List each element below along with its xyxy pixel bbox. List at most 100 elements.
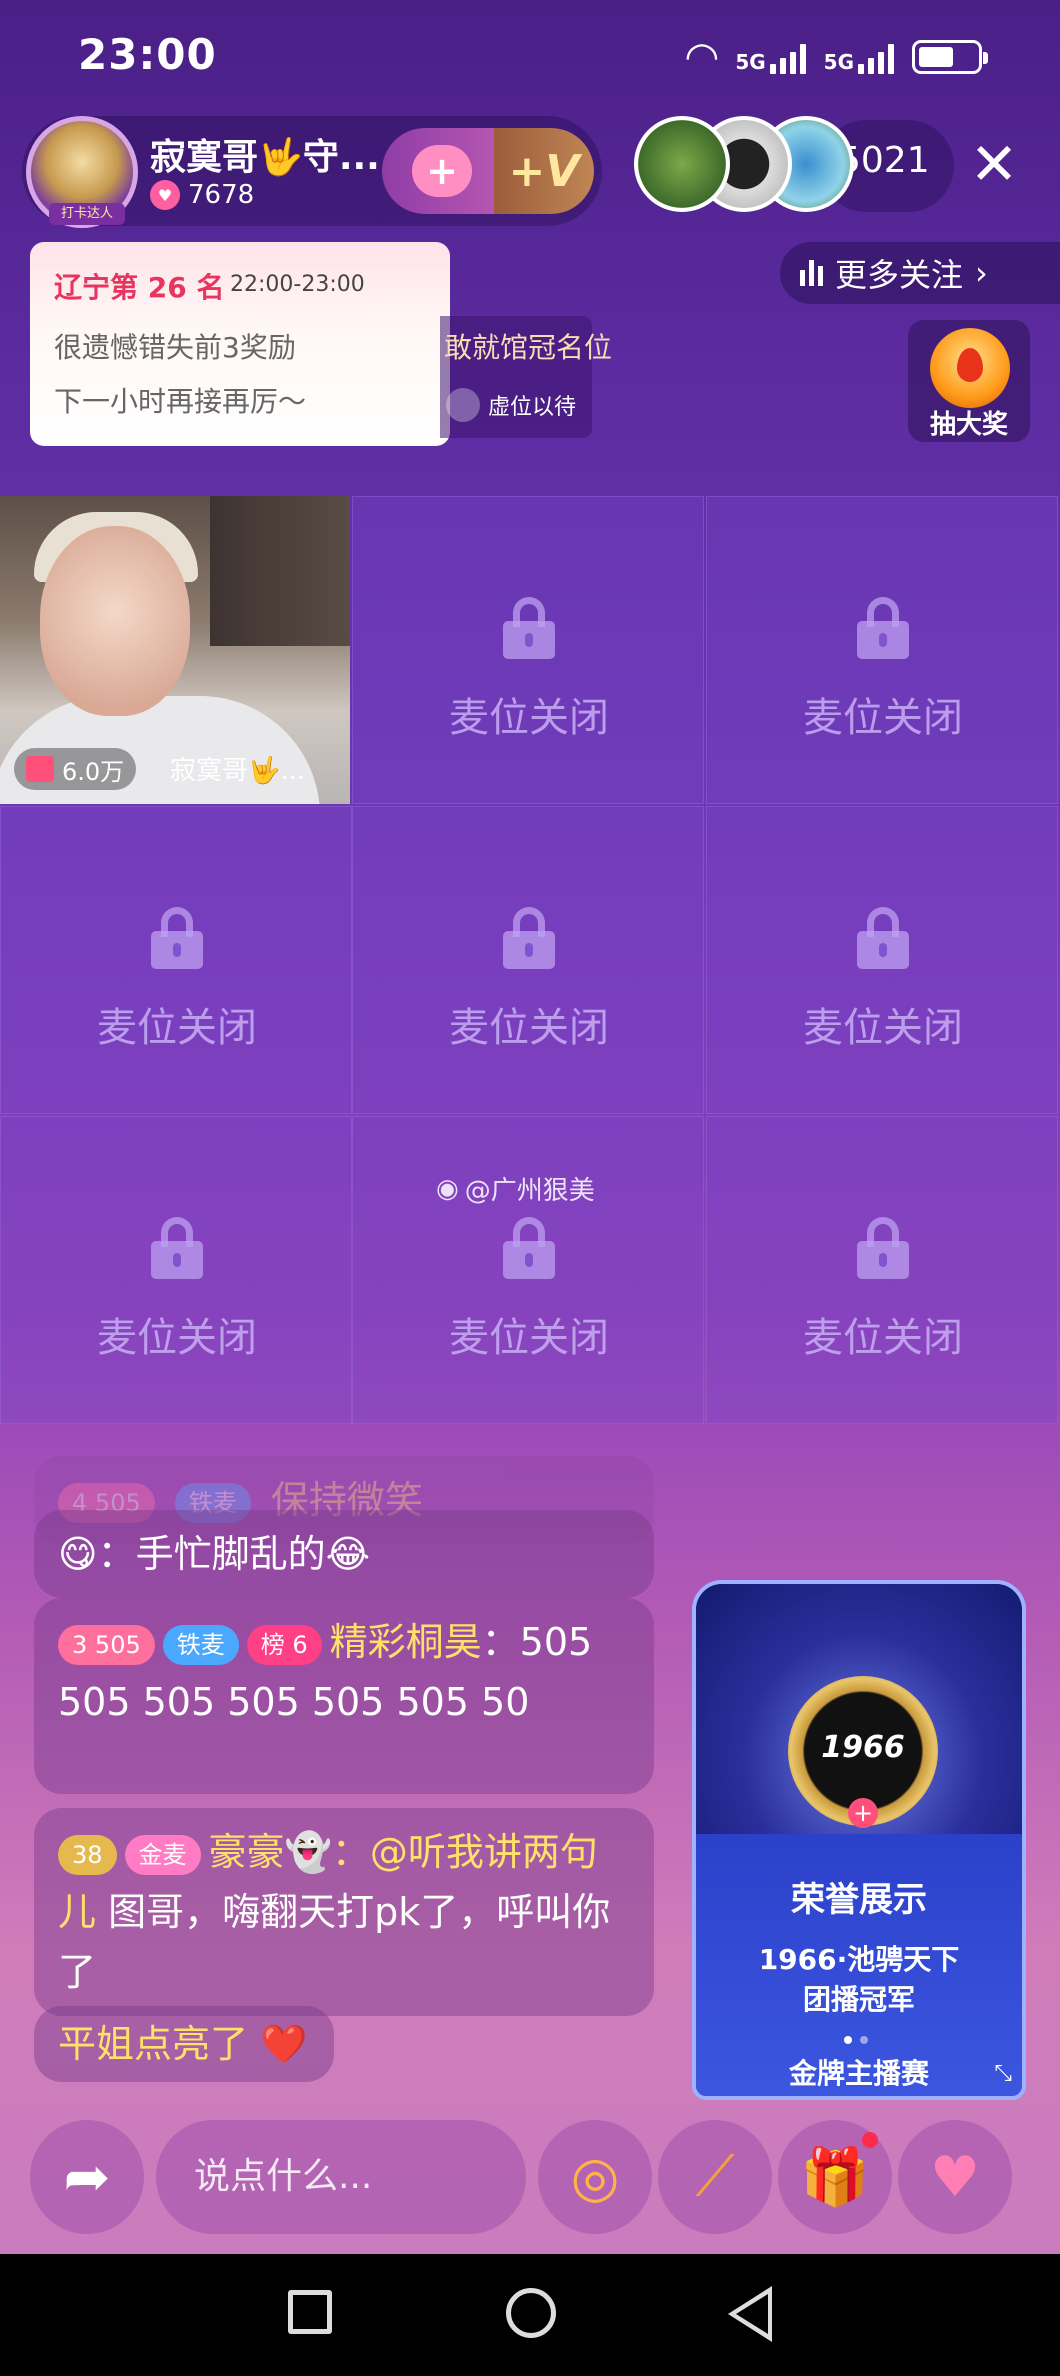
vip-button[interactable]: +V (494, 128, 594, 214)
lock-icon (503, 597, 555, 659)
chevron-right-icon: › (975, 254, 988, 292)
medal-text: 1966 (821, 1730, 905, 1765)
mic-seat-2[interactable]: 麦位关闭 (352, 496, 704, 804)
back-icon[interactable] (728, 2286, 772, 2342)
background-shelf (210, 496, 350, 646)
target-button[interactable]: ◎ (538, 2120, 652, 2234)
seat-closed-label: 麦位关闭 (803, 1005, 963, 1051)
chat-text: 😋：手忙脚乱的😂 (58, 1532, 371, 1576)
lottery-label: 抽大奖 (929, 410, 1008, 440)
rank-title: 辽宁第 26 名 (54, 271, 225, 304)
plus-icon[interactable]: + (848, 1798, 878, 1828)
more-follow-label: 更多关注 (835, 256, 964, 294)
rank-message-1: 很遗憾错失前3奖励 (54, 331, 296, 364)
iron-mic-badge: 铁麦 (162, 1624, 239, 1665)
collapse-icon[interactable]: ⤡ (994, 2061, 1012, 2086)
mic-seat-7[interactable]: 麦位关闭 (0, 1116, 352, 1424)
chat-message[interactable]: 😋：手忙脚乱的😂 (34, 1510, 654, 1598)
battery-icon (912, 40, 988, 74)
share-button[interactable]: ➦ (30, 2120, 144, 2234)
lottery-button[interactable]: 抽大奖 (908, 320, 1030, 442)
chat-input[interactable]: 说点什么... (156, 2120, 526, 2234)
lock-icon (503, 1217, 555, 1279)
host-gift-value: 6.0万 (14, 748, 137, 790)
viewer-avatar-1[interactable] (634, 116, 730, 212)
like-button[interactable]: ♥ (898, 2120, 1012, 2234)
gift-icon (26, 756, 54, 782)
host-likes-count: 7678 (188, 180, 255, 210)
seat-closed-label: 麦位关闭 (97, 1005, 257, 1051)
seat-closed-label: 麦位关闭 (97, 1315, 257, 1361)
seat-closed-label: 麦位关闭 (449, 1315, 609, 1361)
chat-message[interactable]: 38 金麦 豪豪👻：@听我讲两句儿 图哥，嗨翻天打pk了，呼叫你了 (34, 1808, 654, 2016)
level-score: 505 (94, 1630, 141, 1659)
host-name[interactable]: 寂寞哥🤟守... (150, 128, 380, 180)
chat-username[interactable]: 精彩桐昊 (330, 1620, 482, 1664)
seat-icon (446, 388, 480, 422)
rank-popup[interactable]: 辽宁第 26 名 22:00-23:00 很遗憾错失前3奖励 下一小时再接再厉～ (30, 242, 450, 446)
rank-badge: 榜 6 (246, 1624, 322, 1665)
gold-mic-badge: 金麦 (124, 1834, 201, 1875)
net-label-1: 5G (735, 50, 766, 74)
avatar-badge: 打卡达人 (49, 203, 125, 225)
rank-time: 22:00-23:00 (230, 272, 365, 297)
network-5g-2: 5G (824, 40, 894, 74)
ranking-bars-icon (800, 260, 823, 286)
mic-seat-4[interactable]: 麦位关闭 (0, 806, 352, 1114)
chat-message[interactable]: 平姐点亮了 ❤️ (34, 2006, 334, 2082)
gift-icon: 🎁 (800, 2145, 870, 2210)
host-face (40, 526, 190, 716)
wifi-icon: ◠ (686, 34, 718, 80)
watermark: ◉ @广州狠美 (436, 1170, 595, 1207)
heart-plus-icon: + (412, 145, 472, 197)
lottery-coin-icon (930, 328, 1010, 408)
mic-seat-6[interactable]: 麦位关闭 (706, 806, 1058, 1114)
follow-heart-button[interactable]: + (382, 128, 502, 214)
champion-banner-text: 敢就馆冠名位 (444, 331, 613, 364)
chat-message[interactable]: 3 505 铁麦榜 6 精彩桐昊：505 505 505 505 505 505 5… (34, 1598, 654, 1794)
seat-closed-label: 麦位关闭 (803, 1315, 963, 1361)
lock-icon (857, 597, 909, 659)
seat-closed-label: 麦位关闭 (449, 695, 609, 741)
lock-icon (857, 907, 909, 969)
chat-username[interactable]: 豪豪👻 (209, 1830, 332, 1874)
lock-icon (503, 907, 555, 969)
status-bar: 23:00 ◠ 5G 5G (0, 0, 1060, 110)
host-avatar[interactable]: 打卡达人 (26, 116, 138, 228)
honor-line-2: 团播冠军 (802, 1983, 915, 2016)
recent-apps-icon[interactable] (288, 2290, 332, 2334)
honor-line-1: 1966·池骋天下 (758, 1943, 960, 1976)
clock: 23:00 (78, 30, 217, 79)
seat-closed-label: 麦位关闭 (803, 695, 963, 741)
host-seat-name: 寂寞哥🤟... (170, 756, 306, 786)
lock-icon (857, 1217, 909, 1279)
level-number: 3 (72, 1630, 88, 1659)
heart-icon: ♥ (150, 180, 180, 210)
watermark-text: @广州狠美 (464, 1176, 595, 1206)
user-level-badge: 38 (58, 1834, 117, 1875)
network-5g-1: 5G (735, 40, 806, 74)
close-icon[interactable]: ✕ (962, 132, 1026, 196)
net-label-2: 5G (823, 50, 854, 74)
mic-seat-3[interactable]: 麦位关闭 (706, 496, 1058, 804)
pagination-dots (844, 2036, 868, 2044)
wand-icon: ⟋ (695, 2144, 735, 2209)
home-icon[interactable] (506, 2288, 556, 2338)
wand-button[interactable]: ⟋ (658, 2120, 772, 2234)
host-likes: ♥ 7678 (150, 180, 254, 210)
share-icon: ➦ (63, 2144, 111, 2210)
more-follow-button[interactable]: 更多关注 › (780, 242, 1060, 304)
mic-seat-9[interactable]: 麦位关闭 (706, 1116, 1058, 1424)
gift-notification-dot (862, 2132, 878, 2148)
signal-bars-icon (858, 40, 894, 74)
chat-text: 图哥，嗨翻天打pk了，呼叫你了 (58, 1890, 611, 1994)
lock-icon (151, 907, 203, 969)
mic-seat-8[interactable]: 麦位关闭 (352, 1116, 704, 1424)
honor-card[interactable]: 1966 + 荣誉展示 1966·池骋天下 团播冠军 金牌主播赛 ⤡ (692, 1580, 1026, 2100)
mic-seat-5[interactable]: 麦位关闭 (352, 806, 704, 1114)
virtual-seat: 虚位以待 (446, 388, 576, 422)
signal-bars-icon (769, 40, 806, 74)
honor-title: 荣誉展示 (791, 1880, 927, 1920)
user-level-badge: 3 505 (58, 1624, 155, 1665)
chat-text: 平姐点亮了 ❤️ (58, 2022, 308, 2066)
